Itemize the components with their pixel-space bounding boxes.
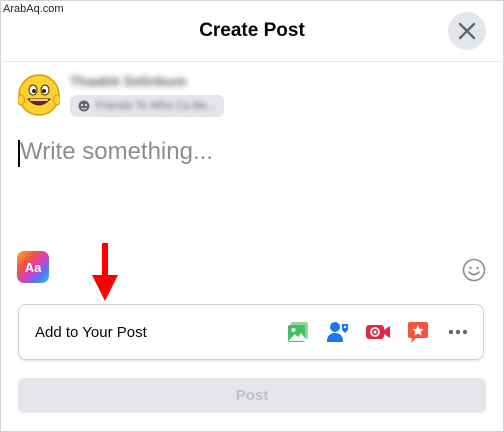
watermark: ArabAq.com bbox=[3, 3, 64, 15]
more-icon bbox=[448, 329, 468, 335]
check-in-button[interactable] bbox=[405, 319, 431, 345]
photo-video-button[interactable] bbox=[285, 319, 311, 345]
close-button[interactable] bbox=[448, 12, 486, 50]
check-in-icon bbox=[408, 322, 428, 343]
audience-label: Friends To Who Ca Be... bbox=[96, 100, 216, 112]
add-to-post-bar: Add to Your Post bbox=[18, 304, 484, 360]
background-color-button[interactable]: Aa bbox=[17, 251, 49, 283]
add-to-post-label: Add to Your Post bbox=[35, 324, 147, 341]
close-icon bbox=[458, 22, 476, 40]
dialog-title: Create Post bbox=[199, 20, 305, 41]
live-video-icon bbox=[366, 325, 390, 339]
dialog-frame bbox=[0, 0, 504, 432]
red-arrow-annotation bbox=[92, 243, 118, 301]
post-button[interactable]: Post bbox=[18, 378, 486, 413]
more-options-button[interactable] bbox=[445, 319, 471, 345]
live-video-button[interactable] bbox=[365, 319, 391, 345]
photo-video-icon bbox=[288, 322, 308, 342]
emoji-icon[interactable] bbox=[462, 258, 486, 282]
post-text-input[interactable] bbox=[20, 138, 460, 166]
background-color-icon: Aa bbox=[24, 259, 42, 275]
friends-icon bbox=[78, 100, 90, 112]
user-name: Thaabit Selinbum bbox=[70, 73, 187, 89]
dialog-header: Create Post bbox=[0, 0, 504, 62]
user-avatar[interactable] bbox=[18, 74, 60, 116]
tag-people-icon bbox=[327, 322, 348, 342]
tag-people-button[interactable] bbox=[325, 319, 351, 345]
audience-selector[interactable]: Friends To Who Ca Be... bbox=[70, 95, 224, 117]
